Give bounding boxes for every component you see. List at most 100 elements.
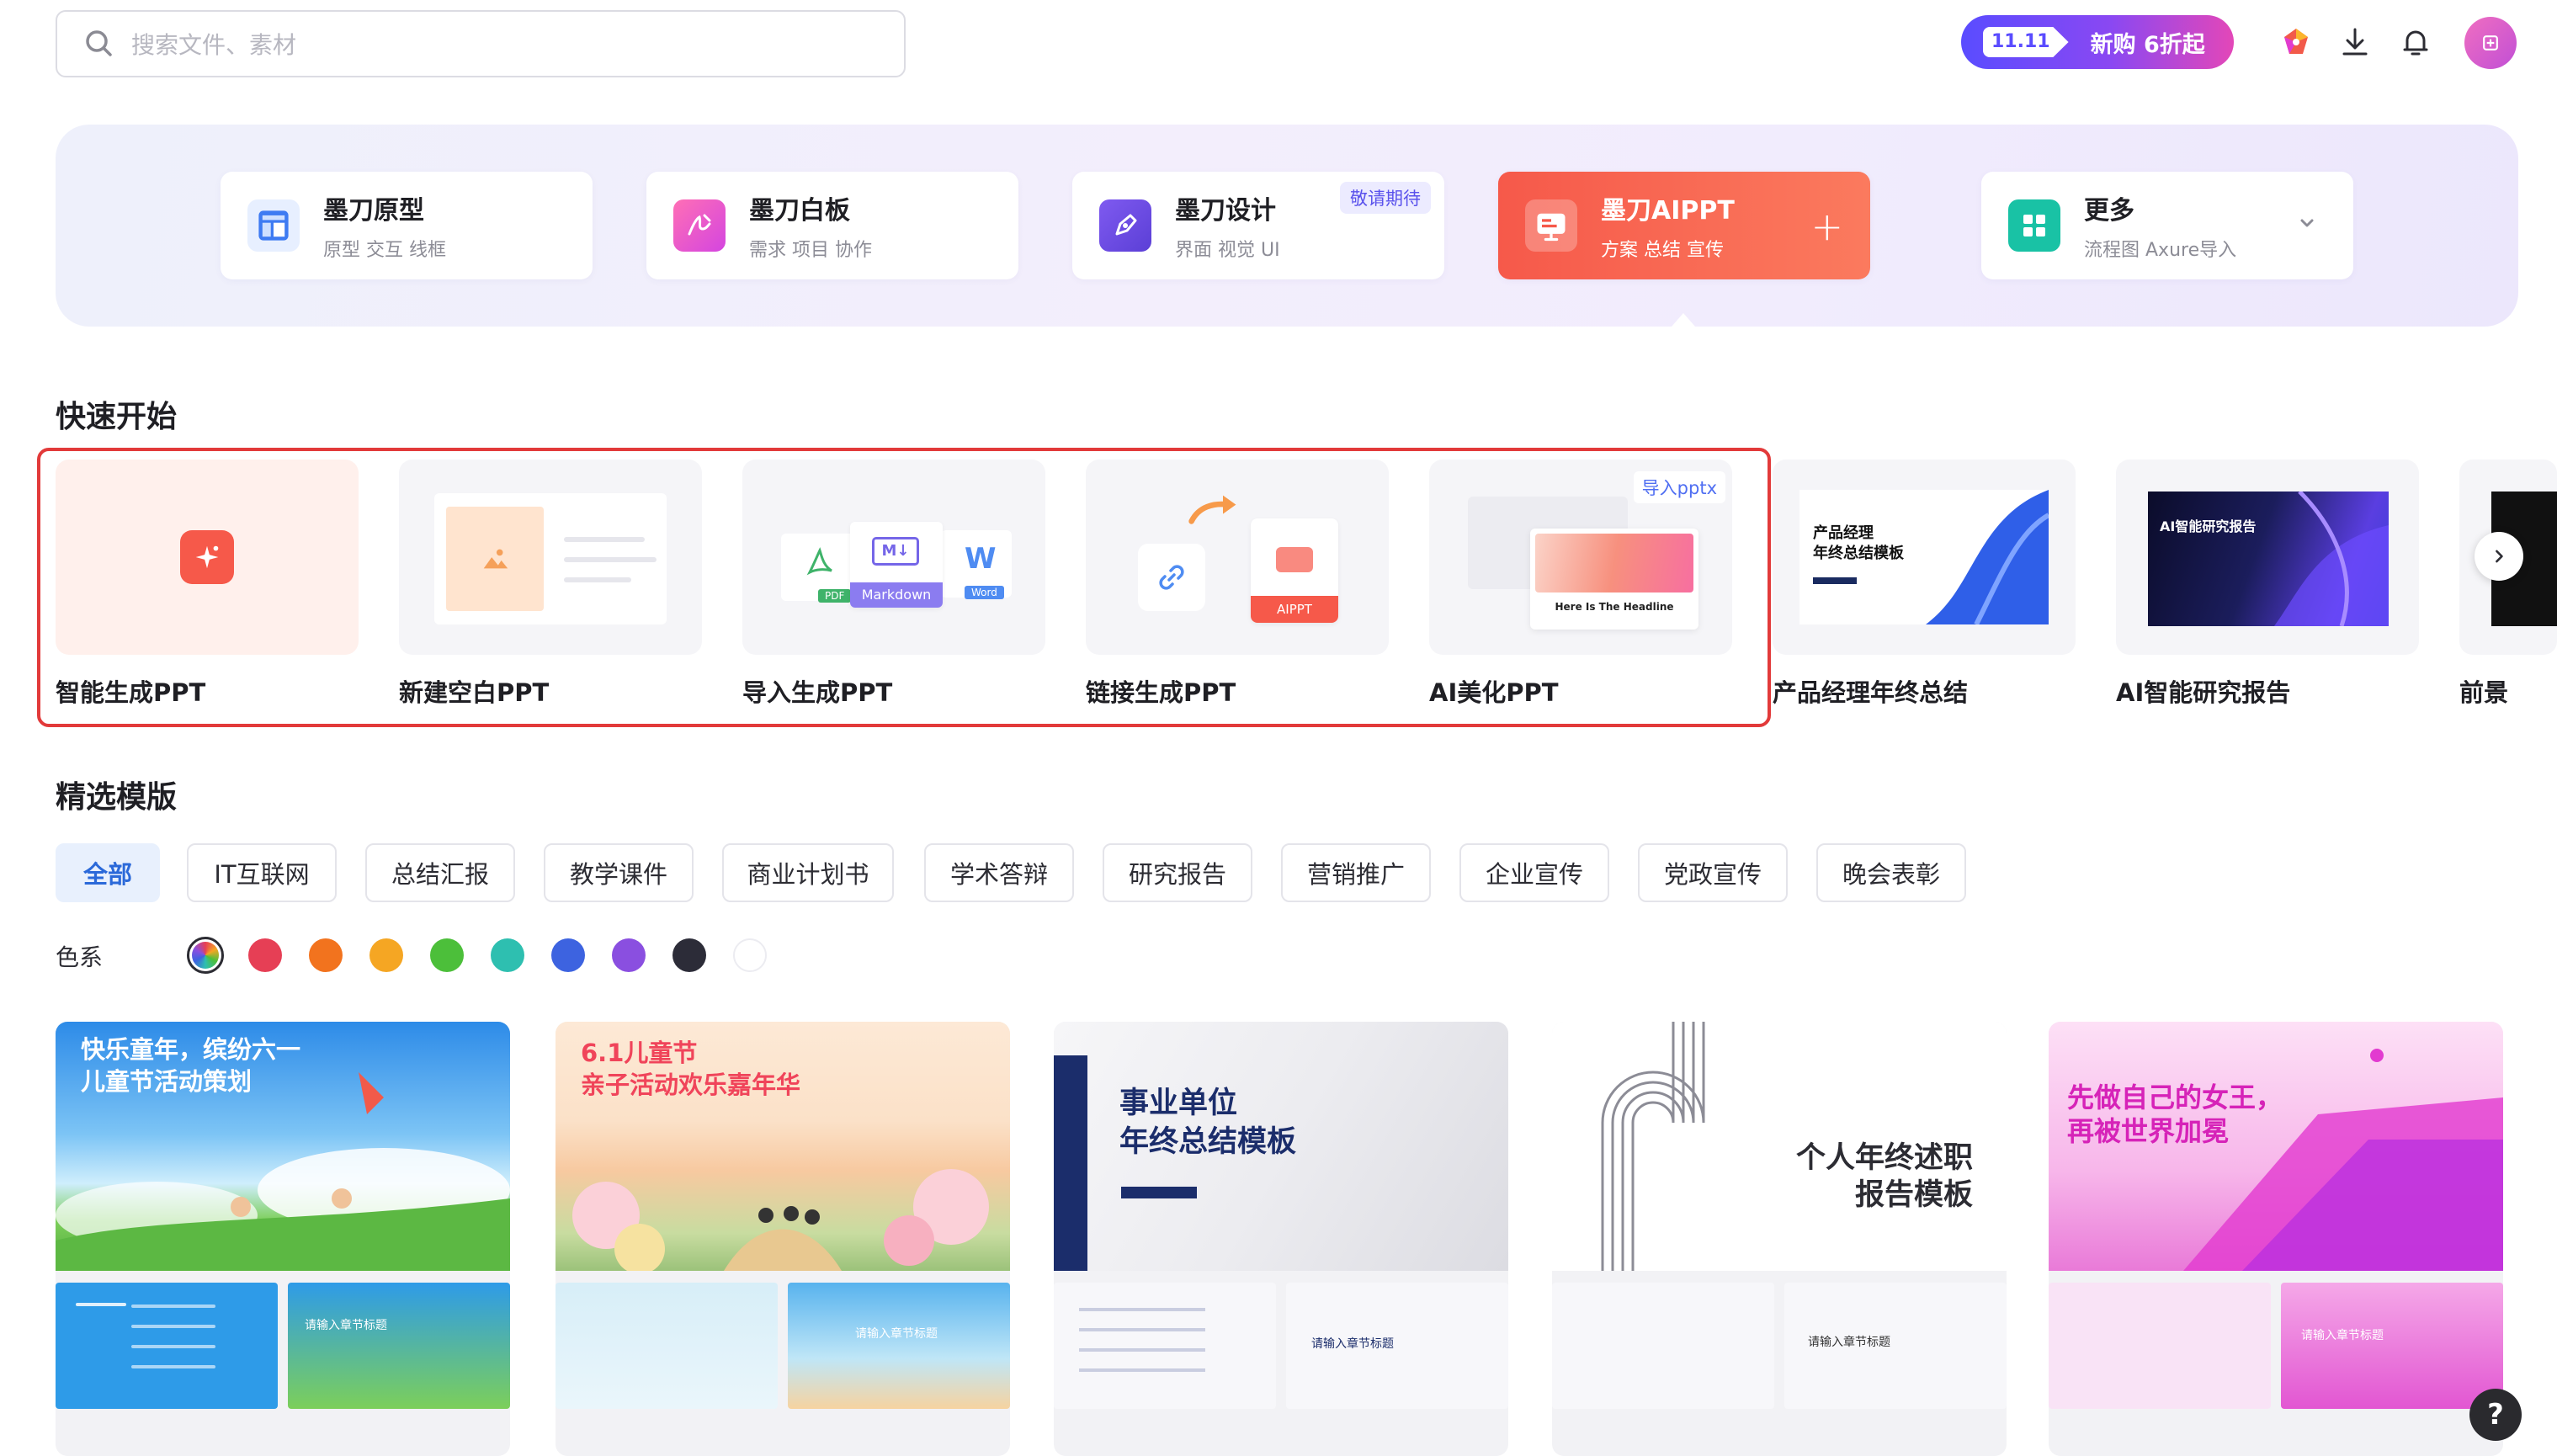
filter-chip[interactable]: 党政宣传 <box>1638 843 1788 902</box>
avatar[interactable] <box>2464 17 2517 69</box>
quick-label: AI智能研究报告 <box>2116 678 2291 707</box>
product-more[interactable]: 更多 流程图 Axure导入 <box>1981 172 2353 279</box>
quick-label: 导入生成PPT <box>742 678 893 707</box>
template-title: 6.1儿童节 亲子活动欢乐嘉年华 <box>581 1039 801 1099</box>
quick-thumb <box>56 460 359 655</box>
sparkle-icon <box>180 530 234 584</box>
promo-banner[interactable]: 11.11 新购 6折起 <box>1961 15 2234 69</box>
help-button[interactable]: ? <box>2469 1389 2522 1441</box>
template-cover: 事业单位 年终总结模板 <box>1054 1022 1508 1271</box>
pdf-file-icon: PDF <box>781 534 859 603</box>
template-subslide <box>2049 1283 2271 1409</box>
bell-icon[interactable] <box>2394 20 2437 64</box>
quick-beautify[interactable]: Here Is The Headline 导入pptx AI美化PPT <box>1429 460 1732 709</box>
markdown-file-icon: M↓ Markdown <box>850 522 943 608</box>
design-pen-icon <box>1099 199 1151 252</box>
quick-thumb: PDF W Word M↓ Markdown <box>742 460 1045 655</box>
quick-thumb: Here Is The Headline 导入pptx <box>1429 460 1732 655</box>
carousel-next-button[interactable] <box>2475 532 2523 581</box>
template-subslide <box>1054 1283 1276 1409</box>
color-swatch-red[interactable] <box>248 938 282 972</box>
filter-chip[interactable]: 教学课件 <box>544 843 694 902</box>
quick-thumb: 产品经理 年终总结模板 <box>1773 460 2076 655</box>
color-swatch-all[interactable] <box>187 937 224 974</box>
color-swatch-green[interactable] <box>430 938 464 972</box>
filter-chip[interactable]: 学术答辩 <box>924 843 1074 902</box>
coming-soon-badge: 敬请期待 <box>1340 182 1431 214</box>
template-title: 事业单位 年终总结模板 <box>1119 1087 1297 1159</box>
template-card[interactable]: 事业单位 年终总结模板 请输入章节标题 <box>1054 1022 1508 1456</box>
color-swatch-purple[interactable] <box>612 938 646 972</box>
quick-label: AI美化PPT <box>1429 678 1559 707</box>
color-filter-label: 色系 <box>56 943 104 971</box>
template-cover: 个人年终述职 报告模板 <box>1552 1022 2007 1271</box>
template-subslide <box>56 1283 278 1409</box>
color-swatch-blue[interactable] <box>551 938 585 972</box>
download-icon[interactable] <box>2333 20 2377 64</box>
product-switcher: 墨刀原型 原型 交互 线框 墨刀白板 需求 项目 协作 墨刀设计 界面 视觉 U… <box>56 125 2518 327</box>
chevron-down-icon[interactable] <box>2294 210 2320 236</box>
quick-template-pm[interactable]: 产品经理 年终总结模板 产品经理年终总结 <box>1773 460 2076 709</box>
template-card[interactable]: 个人年终述职 报告模板 请输入章节标题 <box>1552 1022 2007 1456</box>
aippt-icon <box>1525 199 1577 252</box>
plus-icon[interactable]: + <box>1810 204 1843 249</box>
promo-text: 新购 6折起 <box>2090 31 2205 58</box>
quick-template-ai-report[interactable]: AI智能研究报告 AI智能研究报告 <box>2116 460 2419 709</box>
product-desc: 界面 视觉 UI <box>1175 240 1280 261</box>
color-swatch-teal[interactable] <box>491 938 524 972</box>
template-card[interactable]: 先做自己的女王， 再被世界加冕 请输入章节标题 <box>2049 1022 2503 1456</box>
template-subslide: 请输入章节标题 <box>288 1283 510 1409</box>
aippt-file-icon: AIPPT <box>1251 518 1338 623</box>
template-card[interactable]: 6.1儿童节 亲子活动欢乐嘉年华 请输入章节标题 <box>556 1022 1010 1456</box>
template-title: 快乐童年，缤纷六一 儿童节活动策划 <box>81 1035 301 1096</box>
filter-chip[interactable]: IT互联网 <box>187 843 337 902</box>
filter-chip[interactable]: 研究报告 <box>1103 843 1252 902</box>
product-aippt[interactable]: 墨刀AIPPT 方案 总结 宣传 + <box>1498 172 1870 279</box>
quick-label: 智能生成PPT <box>56 678 206 707</box>
filter-chip[interactable]: 企业宣传 <box>1459 843 1609 902</box>
quick-start-title: 快速开始 <box>56 400 178 434</box>
search-input[interactable]: 搜索文件、素材 <box>56 10 906 77</box>
quick-thumb: AIPPT <box>1086 460 1389 655</box>
template-card[interactable]: 快乐童年，缤纷六一 儿童节活动策划 请输入章节标题 <box>56 1022 510 1456</box>
product-desc: 流程图 Axure导入 <box>2084 240 2237 261</box>
product-design[interactable]: 墨刀设计 界面 视觉 UI 敬请期待 <box>1072 172 1444 279</box>
product-whiteboard[interactable]: 墨刀白板 需求 项目 协作 <box>646 172 1018 279</box>
filter-chip[interactable]: 营销推广 <box>1281 843 1431 902</box>
filter-chip[interactable]: 总结汇报 <box>365 843 515 902</box>
product-prototype[interactable]: 墨刀原型 原型 交互 线框 <box>221 172 593 279</box>
product-name: 墨刀原型 <box>323 196 424 226</box>
quick-thumb <box>399 460 702 655</box>
product-name: 更多 <box>2084 196 2134 226</box>
filter-chip-all[interactable]: 全部 <box>56 843 160 902</box>
quick-link[interactable]: AIPPT 链接生成PPT <box>1086 460 1389 709</box>
product-name: 墨刀AIPPT <box>1601 196 1735 226</box>
product-desc: 需求 项目 协作 <box>749 240 872 261</box>
filter-chip[interactable]: 晚会表彰 <box>1816 843 1966 902</box>
quick-label: 前景 <box>2459 678 2509 707</box>
product-desc: 原型 交互 线框 <box>323 240 446 261</box>
color-swatch-white[interactable] <box>733 938 767 972</box>
product-name: 墨刀白板 <box>749 196 850 226</box>
color-swatch-yellow[interactable] <box>369 938 403 972</box>
quick-import[interactable]: PDF W Word M↓ Markdown 导入生成PPT <box>742 460 1045 709</box>
quick-label: 新建空白PPT <box>399 678 550 707</box>
quick-label: 链接生成PPT <box>1086 678 1236 707</box>
color-swatch-orange[interactable] <box>309 938 343 972</box>
color-swatch-black[interactable] <box>672 938 706 972</box>
grid-icon <box>2008 199 2060 252</box>
prototype-icon <box>247 199 300 252</box>
active-product-pointer <box>1672 313 1695 327</box>
template-title: 个人年终述职 报告模板 <box>1795 1141 1973 1212</box>
product-name: 墨刀设计 <box>1175 196 1276 226</box>
link-icon <box>1138 544 1205 611</box>
gift-icon[interactable] <box>2274 20 2318 64</box>
quick-template-partial[interactable]: 前景 <box>2459 460 2557 709</box>
filter-chip[interactable]: 商业计划书 <box>722 843 894 902</box>
quick-ai-generate[interactable]: 智能生成PPT <box>56 460 359 709</box>
word-file-icon: W Word <box>941 530 1012 599</box>
whiteboard-icon <box>673 199 726 252</box>
quick-blank[interactable]: 新建空白PPT <box>399 460 702 709</box>
chevron-right-icon <box>2496 550 2503 563</box>
template-cover: 6.1儿童节 亲子活动欢乐嘉年华 <box>556 1022 1010 1271</box>
